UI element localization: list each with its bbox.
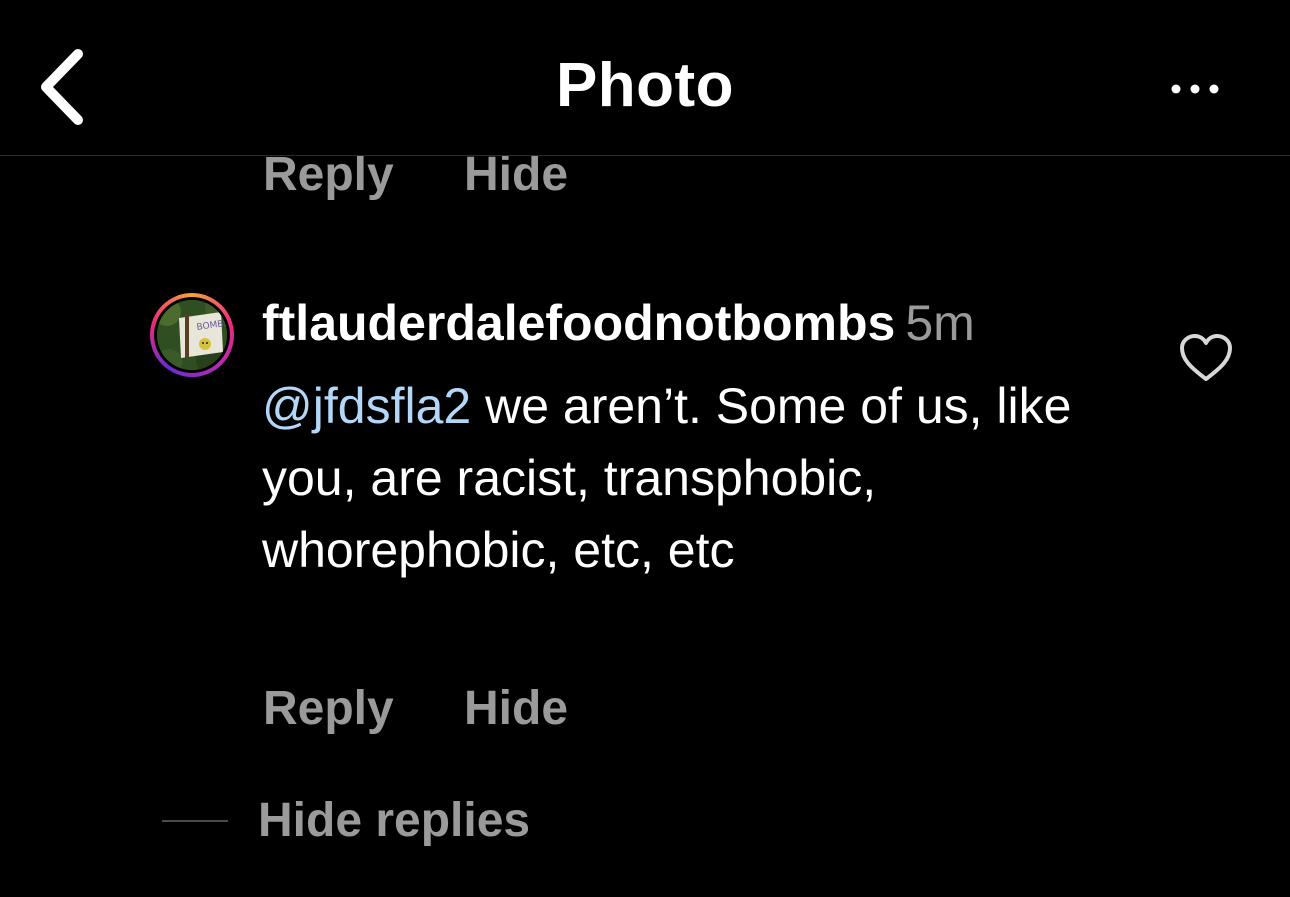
comment-header: ftlauderdalefoodnotbombs 5m	[262, 292, 975, 354]
page-title: Photo	[555, 51, 735, 120]
comment-timestamp: 5m	[905, 295, 975, 351]
more-options-button[interactable]	[1160, 72, 1230, 106]
comment-hide-button[interactable]: Hide	[464, 681, 568, 737]
like-button[interactable]	[1178, 332, 1234, 384]
avatar[interactable]: BOMBS	[150, 293, 234, 377]
avatar-ring-gap: BOMBS	[154, 297, 230, 373]
avatar-photo: BOMBS	[157, 300, 227, 370]
more-horizontal-icon	[1171, 84, 1219, 94]
top-nav-bar: Photo	[0, 0, 1290, 156]
replies-divider	[162, 820, 228, 822]
comment-reply-button[interactable]: Reply	[263, 681, 394, 737]
mention-link[interactable]: @jfdsfla2	[262, 378, 471, 434]
hide-replies-button[interactable]: Hide replies	[258, 792, 530, 850]
heart-outline-icon	[1180, 334, 1232, 381]
comment-username[interactable]: ftlauderdalefoodnotbombs	[262, 295, 895, 351]
comment-text: @jfdsfla2 we aren’t. Some of us, like yo…	[262, 370, 1162, 586]
avatar-image: BOMBS	[157, 300, 227, 370]
